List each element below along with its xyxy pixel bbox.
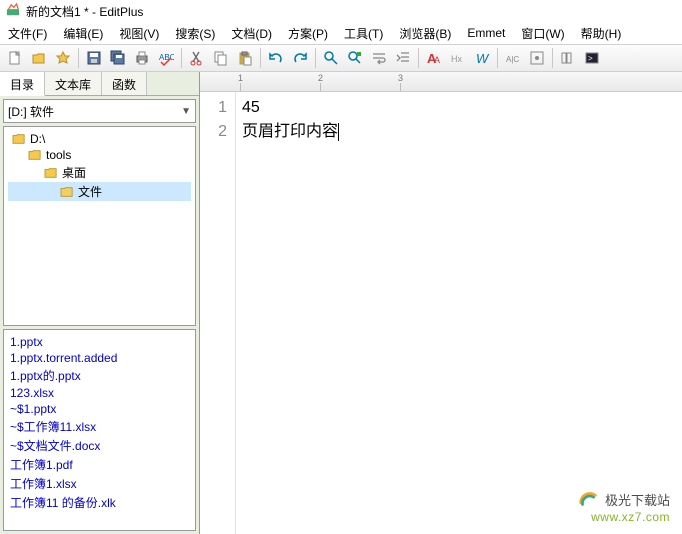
font-button[interactable]: AA [423,47,445,69]
window-title: 新的文档1 * - EditPlus [26,3,143,20]
new-file-button[interactable] [4,47,26,69]
case-button[interactable]: A|C [502,47,524,69]
separator [181,48,182,68]
separator [552,48,553,68]
find-button[interactable] [320,47,342,69]
menu-bar: 文件(F) 编辑(E) 视图(V) 搜索(S) 文档(D) 方案(P) 工具(T… [0,22,682,44]
main-area: 目录 文本库 函数 [D:] 软件 ▼ D:\tools桌面文件 1.pptx1… [0,72,682,534]
editor-line[interactable]: 页眉打印内容 [242,120,676,144]
browser-button[interactable]: W [471,47,493,69]
terminal-button[interactable]: > [581,47,603,69]
file-item[interactable]: ~$1.pptx [8,401,191,417]
open-file-button[interactable] [28,47,50,69]
tab-library[interactable]: 文本库 [45,72,102,95]
file-item[interactable]: 123.xlsx [8,385,191,401]
file-item[interactable]: 工作簿1.pdf [8,455,191,474]
svg-text:A: A [434,55,440,65]
menu-window[interactable]: 窗口(W) [521,25,564,42]
tree-item[interactable]: tools [8,147,191,163]
menu-view[interactable]: 视图(V) [119,25,159,42]
tree-item[interactable]: 桌面 [8,163,191,182]
wordwrap-button[interactable] [368,47,390,69]
file-item[interactable]: 工作簿1.xlsx [8,474,191,493]
tree-item[interactable]: 文件 [8,182,191,201]
menu-browser[interactable]: 浏览器(B) [399,25,451,42]
editor-line[interactable]: 45 [242,96,676,120]
file-item[interactable]: 1.pptx [8,334,191,350]
print-button[interactable] [131,47,153,69]
chevron-down-icon: ▼ [181,106,191,117]
menu-search[interactable]: 搜索(S) [175,25,215,42]
file-item[interactable]: 工作簿11 的备份.xlk [8,493,191,512]
file-item[interactable]: 1.pptx的.pptx [8,366,191,385]
tab-functions[interactable]: 函数 [102,72,147,95]
editor-content[interactable]: 45页眉打印内容 [236,92,682,534]
separator [260,48,261,68]
menu-doc[interactable]: 文档(D) [231,25,272,42]
drive-label: [D:] 软件 [8,103,54,120]
menu-plan[interactable]: 方案(P) [288,25,328,42]
indent-button[interactable] [392,47,414,69]
hex-button[interactable]: Hx [447,47,469,69]
text-cursor [338,123,339,141]
copy-button[interactable] [210,47,232,69]
svg-text:Hx: Hx [451,54,462,64]
separator [315,48,316,68]
file-item[interactable]: 1.pptx.torrent.added [8,350,191,366]
svg-text:>: > [588,54,593,63]
separator [78,48,79,68]
folder-tree[interactable]: D:\tools桌面文件 [3,126,196,326]
menu-emmet[interactable]: Emmet [467,26,505,40]
redo-button[interactable] [289,47,311,69]
svg-text:A|C: A|C [506,55,519,64]
menu-help[interactable]: 帮助(H) [581,25,622,42]
app-icon [6,3,20,20]
separator [497,48,498,68]
file-item[interactable]: ~$工作簿11.xlsx [8,417,191,436]
line-gutter: 12 [200,92,236,534]
settings-button[interactable] [526,47,548,69]
drive-selector[interactable]: [D:] 软件 ▼ [3,99,196,123]
line-number: 1 [200,96,227,120]
svg-text:W: W [476,51,490,66]
side-panel: 目录 文本库 函数 [D:] 软件 ▼ D:\tools桌面文件 1.pptx1… [0,72,200,534]
ruler: 123 [200,72,682,92]
file-list[interactable]: 1.pptx1.pptx.torrent.added1.pptx的.pptx12… [3,329,196,531]
replace-button[interactable] [344,47,366,69]
favorites-button[interactable] [52,47,74,69]
paste-button[interactable] [234,47,256,69]
tree-item[interactable]: D:\ [8,131,191,147]
menu-tools[interactable]: 工具(T) [344,25,383,42]
columns-button[interactable] [557,47,579,69]
save-button[interactable] [83,47,105,69]
editor[interactable]: 12 45页眉打印内容 [200,92,682,534]
editor-area: 123 12 45页眉打印内容 [200,72,682,534]
toolbar: ABC AA Hx W A|C > [0,44,682,72]
tab-directory[interactable]: 目录 [0,72,45,96]
line-number: 2 [200,120,227,144]
file-item[interactable]: ~$文档文件.docx [8,436,191,455]
spellcheck-button[interactable]: ABC [155,47,177,69]
save-all-button[interactable] [107,47,129,69]
separator [418,48,419,68]
menu-file[interactable]: 文件(F) [8,25,47,42]
undo-button[interactable] [265,47,287,69]
cut-button[interactable] [186,47,208,69]
menu-edit[interactable]: 编辑(E) [63,25,103,42]
title-bar: 新的文档1 * - EditPlus [0,0,682,22]
side-tabs: 目录 文本库 函数 [0,72,199,96]
svg-text:ABC: ABC [159,53,174,62]
